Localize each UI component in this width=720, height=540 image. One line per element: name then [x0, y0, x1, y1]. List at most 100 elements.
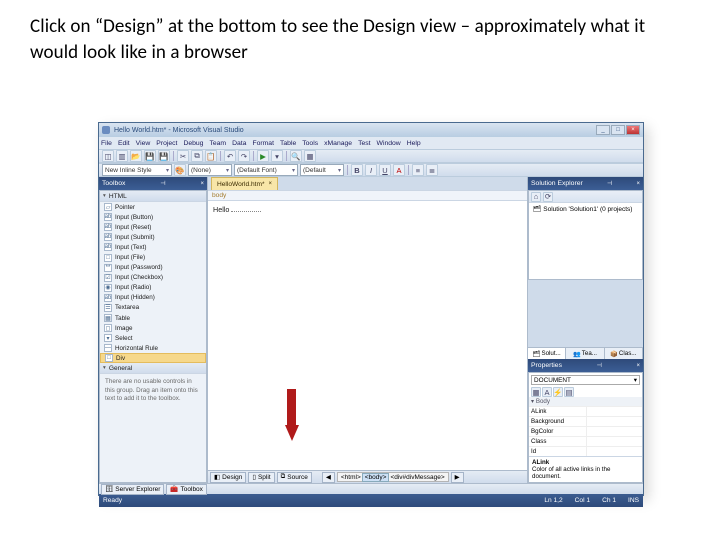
toolbox-item[interactable]: ☰Textarea	[100, 303, 206, 313]
toolbox-item[interactable]: —Horizontal Rule	[100, 343, 206, 353]
list-icon[interactable]: ≣	[426, 164, 438, 176]
target-rule-dropdown[interactable]: (None)▾	[188, 164, 232, 176]
close-panel-icon[interactable]: ×	[636, 181, 640, 187]
toolbox-header[interactable]: Toolbox ⊣ ×	[99, 177, 207, 190]
menu-tools[interactable]: Tools	[302, 140, 318, 147]
tag-breadcrumb[interactable]: <html> <body> <div#divMessage>	[337, 472, 449, 482]
save-icon[interactable]: 💾	[144, 150, 156, 162]
menu-data[interactable]: Data	[232, 140, 246, 147]
property-row[interactable]: Class	[529, 436, 642, 446]
toolbox-item[interactable]: abInput (Button)	[100, 212, 206, 222]
pin-icon[interactable]: ⊣	[607, 180, 612, 187]
toolbox-group-general[interactable]: ▾General	[100, 363, 206, 374]
menu-project[interactable]: Project	[156, 140, 177, 147]
toolbox-item[interactable]: **Input (Password)	[100, 263, 206, 273]
paste-icon[interactable]: 📋	[205, 150, 217, 162]
font-dropdown[interactable]: (Default Font)▾	[234, 164, 298, 176]
menu-debug[interactable]: Debug	[183, 140, 203, 147]
color-button[interactable]: A	[393, 164, 405, 176]
menu-xmanage[interactable]: xManage	[324, 140, 352, 147]
toolbox-item[interactable]: □Input (File)	[100, 252, 206, 262]
titlebar[interactable]: Hello World.htm* - Microsoft Visual Stud…	[99, 123, 643, 137]
menu-view[interactable]: View	[136, 140, 151, 147]
tab-class-view[interactable]: 📦 Clas...	[605, 348, 643, 359]
minimize-button[interactable]: _	[596, 125, 610, 135]
property-row[interactable]: Background	[529, 416, 642, 426]
menu-table[interactable]: Table	[280, 140, 296, 147]
refresh-icon[interactable]: ⟳	[543, 192, 553, 202]
menu-window[interactable]: Window	[377, 140, 401, 147]
italic-button[interactable]: I	[365, 164, 377, 176]
properties-object-dropdown[interactable]: DOCUMENT▾	[531, 375, 640, 385]
properties-group[interactable]: ▾ Body	[529, 397, 642, 406]
undo-icon[interactable]: ↶	[224, 150, 236, 162]
pin-icon[interactable]: ⊣	[160, 180, 165, 187]
copy-icon[interactable]: ⧉	[191, 150, 203, 162]
align-left-icon[interactable]: ≡	[412, 164, 424, 176]
toolbox-item[interactable]: abInput (Text)	[100, 242, 206, 252]
pages-icon[interactable]: ▤	[564, 387, 574, 397]
toolbox-group-html[interactable]: ▾HTML	[100, 191, 206, 202]
maximize-button[interactable]: □	[611, 125, 625, 135]
tab-split[interactable]: ▯ Split	[248, 472, 274, 483]
property-row[interactable]: ALink	[529, 406, 642, 416]
design-surface[interactable]: Hello	[208, 201, 527, 470]
alpha-icon[interactable]: A	[542, 387, 552, 397]
menu-help[interactable]: Help	[407, 140, 421, 147]
events-icon[interactable]: ⚡	[553, 387, 563, 397]
toolbox-item[interactable]: ☑Input (Checkbox)	[100, 273, 206, 283]
tab-toolbox[interactable]: 🧰 Toolbox	[166, 484, 207, 495]
toolbox-item[interactable]: ▱Pointer	[100, 202, 206, 212]
toolbox-item[interactable]: ▾Select	[100, 333, 206, 343]
toolbox-item[interactable]: abInput (Hidden)	[100, 293, 206, 303]
menu-format[interactable]: Format	[252, 140, 274, 147]
tab-server-explorer[interactable]: 🗄 Server Explorer	[101, 484, 164, 495]
properties-header[interactable]: Properties ⊣ ×	[528, 359, 643, 372]
underline-button[interactable]: U	[379, 164, 391, 176]
solution-explorer-header[interactable]: Solution Explorer ⊣ ×	[528, 177, 643, 190]
tab-solution-explorer[interactable]: 🗂 Solut...	[528, 348, 566, 359]
categorized-icon[interactable]: ▦	[531, 387, 541, 397]
find-icon[interactable]: 🔍	[290, 150, 302, 162]
property-row[interactable]: Id	[529, 446, 642, 456]
style-dropdown[interactable]: New Inline Style▾	[102, 164, 172, 176]
save-all-icon[interactable]: 💾	[158, 150, 170, 162]
redo-icon[interactable]: ↷	[238, 150, 250, 162]
next-tag-icon[interactable]: ▶	[451, 472, 464, 483]
config-drop[interactable]: ▾	[271, 150, 283, 162]
toolbox-item[interactable]: ◻Image	[100, 323, 206, 333]
close-tab-icon[interactable]: ×	[269, 181, 273, 187]
tag-selector-bar[interactable]: body	[208, 190, 527, 201]
close-panel-icon[interactable]: ×	[636, 363, 640, 369]
solution-root[interactable]: 🗂Solution 'Solution1' (0 projects)	[529, 203, 642, 215]
open-icon[interactable]: 📂	[130, 150, 142, 162]
close-button[interactable]: ×	[626, 125, 640, 135]
tab-team-explorer[interactable]: 👥 Tea...	[566, 348, 604, 359]
document-tab[interactable]: HelloWorld.htm*×	[211, 177, 278, 190]
menu-test[interactable]: Test	[358, 140, 370, 147]
apply-style-icon[interactable]: 🎨	[174, 164, 186, 176]
property-row[interactable]: BgColor	[529, 426, 642, 436]
toolbox-item[interactable]: ◉Input (Radio)	[100, 283, 206, 293]
toolbox-item[interactable]: ▦Table	[100, 313, 206, 323]
tab-source[interactable]: ⧉ Source	[277, 472, 312, 483]
menu-file[interactable]: File	[101, 140, 112, 147]
vs-window: Hello World.htm* - Microsoft Visual Stud…	[98, 122, 644, 496]
pin-icon[interactable]: ⊣	[597, 362, 602, 369]
menu-team[interactable]: Team	[209, 140, 226, 147]
add-item-icon[interactable]: ▥	[116, 150, 128, 162]
prev-tag-icon[interactable]: ◀	[322, 472, 335, 483]
home-icon[interactable]: ⌂	[531, 192, 541, 202]
tab-design[interactable]: ◧ Design	[210, 472, 246, 483]
start-icon[interactable]: ▶	[257, 150, 269, 162]
close-panel-icon[interactable]: ×	[200, 181, 204, 187]
misc-icon[interactable]: ▦	[304, 150, 316, 162]
size-dropdown[interactable]: (Default▾	[300, 164, 344, 176]
bold-button[interactable]: B	[351, 164, 363, 176]
cut-icon[interactable]: ✂	[177, 150, 189, 162]
toolbox-item[interactable]: abInput (Submit)	[100, 232, 206, 242]
toolbox-item[interactable]: □Div	[100, 353, 206, 363]
toolbox-item[interactable]: abInput (Reset)	[100, 222, 206, 232]
menu-edit[interactable]: Edit	[118, 140, 130, 147]
new-project-icon[interactable]: ◫	[102, 150, 114, 162]
